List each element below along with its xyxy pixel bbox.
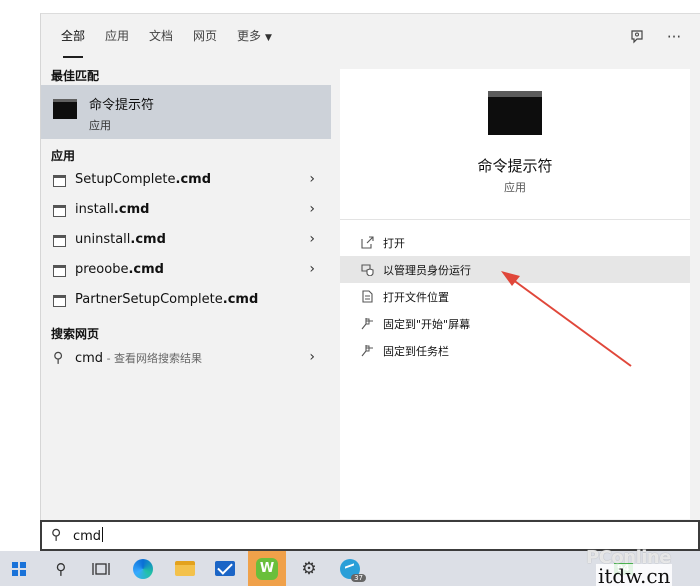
- chevron-right-icon[interactable]: ›: [309, 349, 315, 365]
- chevron-right-icon[interactable]: ›: [309, 201, 315, 217]
- tab-web[interactable]: 网页: [193, 14, 217, 64]
- search-icon: ⚲: [53, 350, 64, 366]
- script-file-icon: [53, 235, 66, 247]
- chevron-right-icon[interactable]: ›: [309, 231, 315, 247]
- annotation-arrow-line: [504, 273, 632, 367]
- search-tabs: 全部 应用 文档 网页 更多 ▼ ···: [41, 14, 700, 64]
- tab-more[interactable]: 更多 ▼: [237, 14, 272, 64]
- settings-icon: ⚙: [301, 558, 317, 579]
- feedback-icon[interactable]: [625, 24, 651, 50]
- task-view-icon: [92, 562, 110, 575]
- text-cursor: [102, 527, 104, 542]
- results-list: 最佳匹配 命令提示符 应用 应用 SetupComplete.cmd › ins…: [41, 64, 331, 519]
- best-match-item[interactable]: 命令提示符 应用: [41, 85, 331, 139]
- notification-badge: 37: [351, 574, 366, 582]
- chevron-right-icon[interactable]: ›: [309, 171, 315, 187]
- script-file-icon: [53, 205, 66, 217]
- watermark-itdw: itdw.cn: [596, 564, 673, 586]
- wps-icon: W: [256, 557, 278, 580]
- edge-icon: [133, 558, 153, 579]
- windows-start-button[interactable]: [0, 551, 38, 586]
- apps-header: 应用: [51, 149, 76, 163]
- desktop: 全部 应用 文档 网页 更多 ▼ ··· 最佳匹配 命令提示符 应用 应用 Set…: [0, 0, 700, 586]
- mail-icon: [215, 561, 235, 576]
- search-input[interactable]: cmd: [73, 529, 101, 544]
- telegram-button[interactable]: 37: [330, 551, 370, 586]
- annotation-arrow: [501, 271, 632, 367]
- file-explorer-button[interactable]: [166, 551, 204, 586]
- list-item-app[interactable]: SetupComplete.cmd ›: [41, 166, 331, 196]
- list-item-web-search[interactable]: ⚲ cmd - 查看网络搜索结果 ›: [41, 344, 331, 374]
- settings-button[interactable]: ⚙: [290, 551, 328, 586]
- list-item-app[interactable]: uninstall.cmd ›: [41, 226, 331, 256]
- list-item-app[interactable]: PartnerSetupComplete.cmd: [41, 286, 331, 316]
- more-options-icon[interactable]: ···: [661, 24, 687, 50]
- best-match-name: 命令提示符: [89, 98, 155, 113]
- script-file-icon: [53, 295, 66, 307]
- tab-documents[interactable]: 文档: [149, 14, 173, 64]
- best-match-header: 最佳匹配: [51, 69, 100, 83]
- list-item-app[interactable]: install.cmd ›: [41, 196, 331, 226]
- file-explorer-icon: [175, 561, 195, 576]
- tab-apps[interactable]: 应用: [105, 14, 129, 64]
- search-icon: ⚲: [55, 559, 67, 578]
- best-match-type: 应用: [89, 119, 111, 132]
- preview-pane: 命令提示符 应用 打开 以管理员身份运行 打开文件位置 固定到"开始"屏幕 固定…: [340, 69, 690, 519]
- edge-button[interactable]: [124, 551, 162, 586]
- search-icon: ⚲: [51, 527, 62, 543]
- script-file-icon: [53, 175, 66, 187]
- web-search-header: 搜索网页: [51, 327, 100, 341]
- search-panel: 全部 应用 文档 网页 更多 ▼ ··· 最佳匹配 命令提示符 应用 应用 Set…: [40, 13, 700, 550]
- script-file-icon: [53, 265, 66, 277]
- windows-start-icon: [12, 561, 26, 576]
- wps-button[interactable]: W: [247, 551, 287, 586]
- list-item-app[interactable]: preoobe.cmd ›: [41, 256, 331, 286]
- task-view-button[interactable]: [82, 551, 120, 586]
- chevron-right-icon[interactable]: ›: [309, 261, 315, 277]
- taskbar-search-button[interactable]: ⚲: [42, 551, 80, 586]
- cmd-app-icon: [53, 99, 77, 119]
- caret-down-icon: ▼: [265, 33, 272, 43]
- mail-button[interactable]: [206, 551, 244, 586]
- tab-all[interactable]: 全部: [61, 14, 85, 64]
